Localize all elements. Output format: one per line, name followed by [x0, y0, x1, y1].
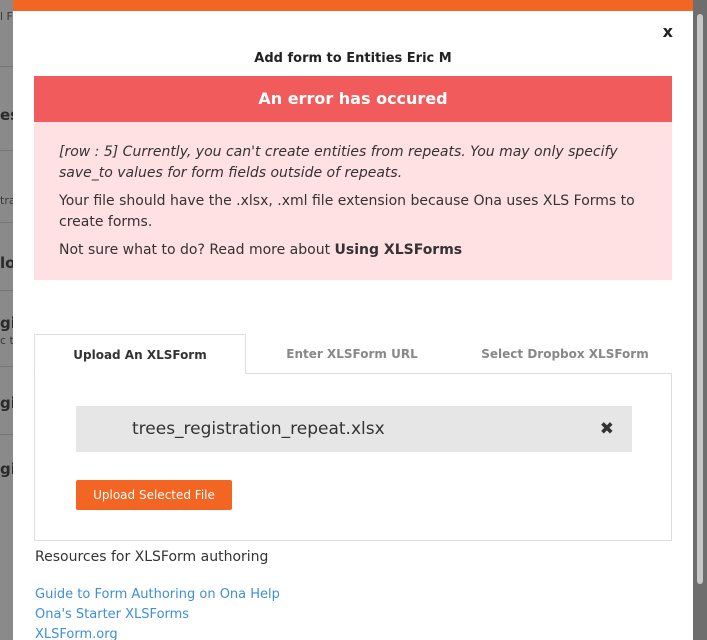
xlsform-org-link[interactable]: XLSForm.org — [35, 627, 118, 640]
help-text: Not sure what to do? Read more about Usi… — [59, 240, 650, 261]
guide-to-form-authoring-link[interactable]: Guide to Form Authoring on Ona Help — [35, 587, 280, 602]
tab-upload-xlsform[interactable]: Upload An XLSForm — [34, 334, 246, 374]
extension-note: Your file should have the .xlsx, .xml fi… — [59, 193, 635, 230]
error-header: An error has occured — [34, 76, 672, 122]
selected-file: trees_registration_repeat.xlsx ✖ — [76, 406, 632, 452]
add-form-modal: x Add form to Entities Eric M An error h… — [13, 0, 693, 640]
scrollbar[interactable] — [697, 14, 703, 584]
error-message: [row : 5] Currently, you can't create en… — [59, 144, 618, 181]
modal-title: Add form to Entities Eric M — [254, 51, 452, 66]
resources-title: Resources for XLSForm authoring — [35, 549, 269, 565]
starter-xlsforms-link[interactable]: Ona's Starter XLSForms — [35, 607, 189, 622]
remove-file-icon[interactable]: ✖ — [600, 406, 614, 452]
upload-panel: trees_registration_repeat.xlsx ✖ Upload … — [34, 373, 672, 541]
upload-selected-file-button[interactable]: Upload Selected File — [76, 480, 232, 510]
background-text: c t — [0, 334, 14, 347]
upload-tabs: Upload An XLSForm Enter XLSForm URL Sele… — [34, 334, 672, 374]
using-xlsforms-link[interactable]: Using XLSForms — [335, 242, 463, 258]
error-body: [row : 5] Currently, you can't create en… — [34, 122, 672, 280]
background-text: l F — [0, 10, 13, 23]
tab-select-dropbox-xlsform[interactable]: Select Dropbox XLSForm — [458, 334, 672, 374]
file-name: trees_registration_repeat.xlsx — [132, 419, 385, 439]
close-button[interactable]: x — [663, 22, 673, 41]
tab-enter-xlsform-url[interactable]: Enter XLSForm URL — [246, 334, 458, 374]
help-prefix: Not sure what to do? Read more about — [59, 242, 335, 258]
